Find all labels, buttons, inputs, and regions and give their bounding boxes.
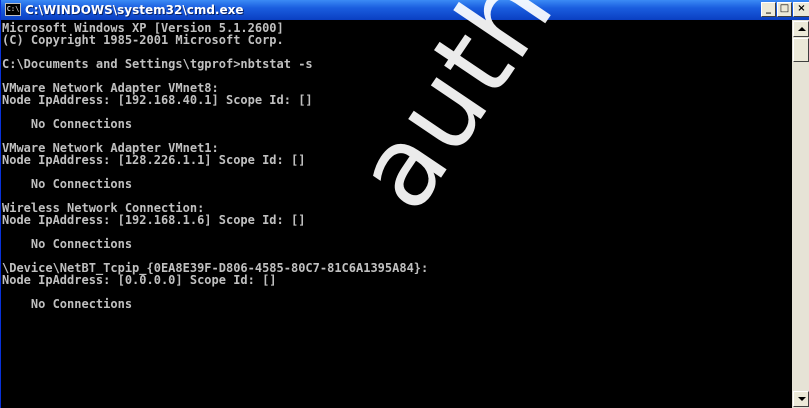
close-button[interactable]: ×	[793, 2, 809, 17]
console-line: Node IpAddress: [0.0.0.0] Scope Id: []	[2, 273, 277, 287]
maximize-button[interactable]: □	[777, 2, 792, 17]
console-line: Node IpAddress: [192.168.1.6] Scope Id: …	[2, 213, 306, 227]
arrow-down-icon	[798, 397, 806, 401]
console-output-area[interactable]: Microsoft Windows XP [Version 5.1.2600] …	[1, 20, 792, 408]
minimize-button[interactable]: _	[761, 2, 776, 17]
scrollbar-thumb[interactable]	[793, 38, 809, 62]
vertical-scrollbar[interactable]	[792, 20, 809, 408]
console-line: Node IpAddress: [192.168.40.1] Scope Id:…	[2, 93, 313, 107]
console-line: No Connections	[2, 117, 133, 131]
scroll-up-button[interactable]	[793, 21, 809, 37]
console-text: Microsoft Windows XP [Version 5.1.2600] …	[1, 20, 792, 310]
window-title: C:\WINDOWS\system32\cmd.exe	[25, 3, 244, 17]
console-line: No Connections	[2, 237, 133, 251]
console-line: (C) Copyright 1985-2001 Microsoft Corp.	[2, 33, 284, 47]
title-bar[interactable]: C:\ C:\WINDOWS\system32\cmd.exe _ □ ×	[1, 0, 809, 20]
console-line: Node IpAddress: [128.226.1.1] Scope Id: …	[2, 153, 306, 167]
scroll-down-button[interactable]	[793, 391, 809, 407]
arrow-up-icon	[798, 27, 806, 31]
console-line: No Connections	[2, 177, 133, 191]
console-line: C:\Documents and Settings\tgprof>nbtstat…	[2, 57, 313, 71]
console-line: No Connections	[2, 297, 133, 311]
cmd-icon[interactable]: C:\	[5, 3, 21, 16]
cmd-window: C:\ C:\WINDOWS\system32\cmd.exe _ □ × Mi…	[0, 0, 809, 408]
